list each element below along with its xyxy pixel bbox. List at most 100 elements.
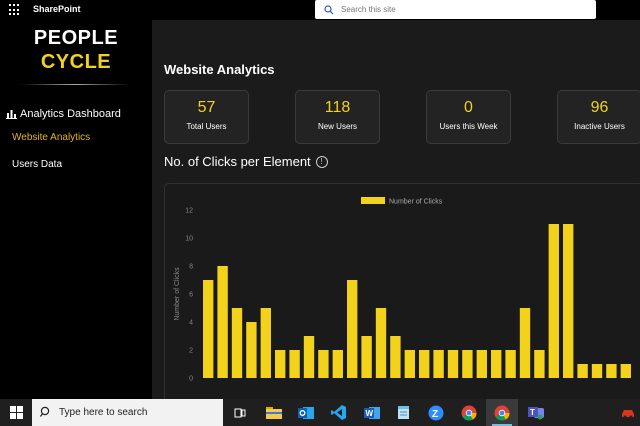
bar bbox=[563, 224, 574, 378]
bar bbox=[318, 350, 329, 378]
bar bbox=[505, 350, 516, 378]
bar bbox=[231, 308, 243, 378]
notification-tray-button[interactable] bbox=[612, 399, 640, 426]
sidebar-item-users-data[interactable]: Users Data bbox=[12, 159, 62, 170]
site-search-box[interactable] bbox=[315, 0, 596, 19]
taskbar-search-text: Type here to search bbox=[59, 407, 148, 418]
bar bbox=[548, 224, 559, 378]
bar bbox=[361, 336, 372, 378]
bar bbox=[577, 364, 588, 378]
y-axis-label: Number of Clicks bbox=[174, 267, 181, 321]
sidebar-item-website-analytics[interactable]: Website Analytics bbox=[12, 132, 90, 143]
notepad-icon bbox=[398, 406, 409, 419]
svg-text:W: W bbox=[366, 409, 374, 418]
people-cycle-logo: PEOPLE CYCLE bbox=[0, 26, 152, 74]
vscode-icon bbox=[330, 405, 346, 420]
task-view-button[interactable] bbox=[224, 399, 256, 426]
kpi-value: 118 bbox=[324, 99, 351, 116]
bar bbox=[275, 350, 286, 378]
bar-chart-icon bbox=[6, 110, 17, 119]
bar bbox=[491, 350, 502, 378]
site-search-input[interactable] bbox=[341, 0, 591, 19]
y-tick-label: 2 bbox=[189, 348, 193, 355]
kpi-card-users-this-week: 0 Users this Week bbox=[426, 90, 511, 144]
notepad-button[interactable] bbox=[388, 399, 420, 426]
bar bbox=[419, 350, 430, 378]
car-icon bbox=[622, 409, 634, 418]
kpi-value: 57 bbox=[197, 99, 216, 116]
page-title: Website Analytics bbox=[164, 62, 275, 77]
bar bbox=[606, 364, 617, 378]
zoom-button[interactable]: Z bbox=[420, 399, 452, 426]
y-tick-label: 12 bbox=[185, 208, 193, 215]
y-tick-label: 8 bbox=[189, 264, 193, 271]
bar bbox=[203, 280, 214, 378]
app-launcher-icon[interactable] bbox=[9, 4, 21, 16]
bar bbox=[591, 364, 603, 378]
sharepoint-topbar: SharePoint bbox=[0, 0, 640, 20]
kpi-value: 0 bbox=[464, 99, 473, 116]
kpi-card-inactive-users: 96 Inactive Users bbox=[557, 90, 640, 144]
bar bbox=[534, 350, 545, 378]
teams-icon: T bbox=[528, 407, 544, 420]
bar bbox=[375, 308, 387, 378]
sharepoint-title[interactable]: SharePoint bbox=[33, 4, 81, 14]
logo-text-people: PEOPLE bbox=[33, 27, 119, 49]
bar bbox=[260, 308, 271, 378]
chart-section-title-text: No. of Clicks per Element bbox=[164, 154, 311, 169]
chrome-active-window-button[interactable] bbox=[486, 399, 518, 426]
y-tick-label: 6 bbox=[189, 292, 193, 299]
kpi-value: 96 bbox=[590, 99, 609, 116]
bar bbox=[303, 336, 315, 378]
svg-text:Z: Z bbox=[432, 409, 438, 420]
chrome-icon bbox=[494, 405, 510, 421]
screen: SharePoint PEOPLE CYCLE Analytics Dashbo… bbox=[0, 0, 640, 426]
bar bbox=[347, 280, 358, 378]
kpi-card-total-users: 57 Total Users bbox=[164, 90, 249, 144]
bar bbox=[404, 350, 415, 378]
bar bbox=[476, 350, 487, 378]
folder-icon bbox=[266, 407, 282, 419]
info-icon[interactable]: ! bbox=[315, 155, 328, 168]
bar bbox=[246, 322, 257, 378]
file-explorer-button[interactable] bbox=[258, 399, 290, 426]
bar bbox=[217, 266, 228, 378]
chrome-icon bbox=[461, 405, 477, 421]
word-icon: W bbox=[364, 406, 380, 419]
bar bbox=[447, 350, 459, 378]
clicks-chart-card: Number of Clicks Number of Clicks 0 2 4 6 8 10 1… bbox=[164, 183, 640, 413]
y-tick-label: 10 bbox=[185, 236, 193, 243]
kpi-label: Inactive Users bbox=[574, 122, 625, 131]
clicks-bar-chart: Number of Clicks Number of Clicks 0 2 4 6 8 10 1… bbox=[174, 197, 631, 383]
legend-label: Number of Clicks bbox=[389, 199, 443, 206]
search-icon bbox=[324, 5, 334, 15]
start-button[interactable] bbox=[0, 399, 32, 426]
bar bbox=[433, 350, 444, 378]
windows-taskbar: Type here to search W Z T bbox=[0, 399, 640, 426]
chart-section-title: No. of Clicks per Element ! bbox=[164, 154, 328, 169]
kpi-label: New Users bbox=[317, 122, 358, 131]
outlook-button[interactable] bbox=[290, 399, 322, 426]
word-button[interactable]: W bbox=[356, 399, 388, 426]
y-tick-label: 0 bbox=[189, 376, 193, 383]
search-icon bbox=[40, 406, 50, 417]
teams-button[interactable]: T bbox=[520, 399, 552, 426]
nav-header-analytics-dashboard[interactable]: Analytics Dashboard bbox=[6, 108, 121, 120]
sidebar: PEOPLE CYCLE Analytics Dashboard Website… bbox=[0, 20, 152, 399]
taskbar-search-box[interactable]: Type here to search bbox=[32, 399, 223, 426]
main-content: Website Analytics 57 Total Users 118 New… bbox=[152, 20, 640, 413]
task-view-icon bbox=[234, 408, 246, 417]
bar bbox=[462, 350, 473, 378]
bar bbox=[620, 364, 631, 378]
kpi-card-new-users: 118 New Users bbox=[295, 90, 380, 144]
bar bbox=[390, 336, 401, 378]
zoom-icon: Z bbox=[428, 405, 444, 420]
legend-swatch bbox=[361, 197, 385, 204]
vscode-button[interactable] bbox=[322, 399, 354, 426]
chrome-button[interactable] bbox=[453, 399, 485, 426]
bar bbox=[289, 350, 300, 378]
logo-divider bbox=[20, 84, 130, 85]
windows-logo-icon bbox=[10, 406, 23, 419]
svg-text:T: T bbox=[530, 408, 535, 417]
logo-text-cycle: CYCLE bbox=[40, 51, 112, 73]
